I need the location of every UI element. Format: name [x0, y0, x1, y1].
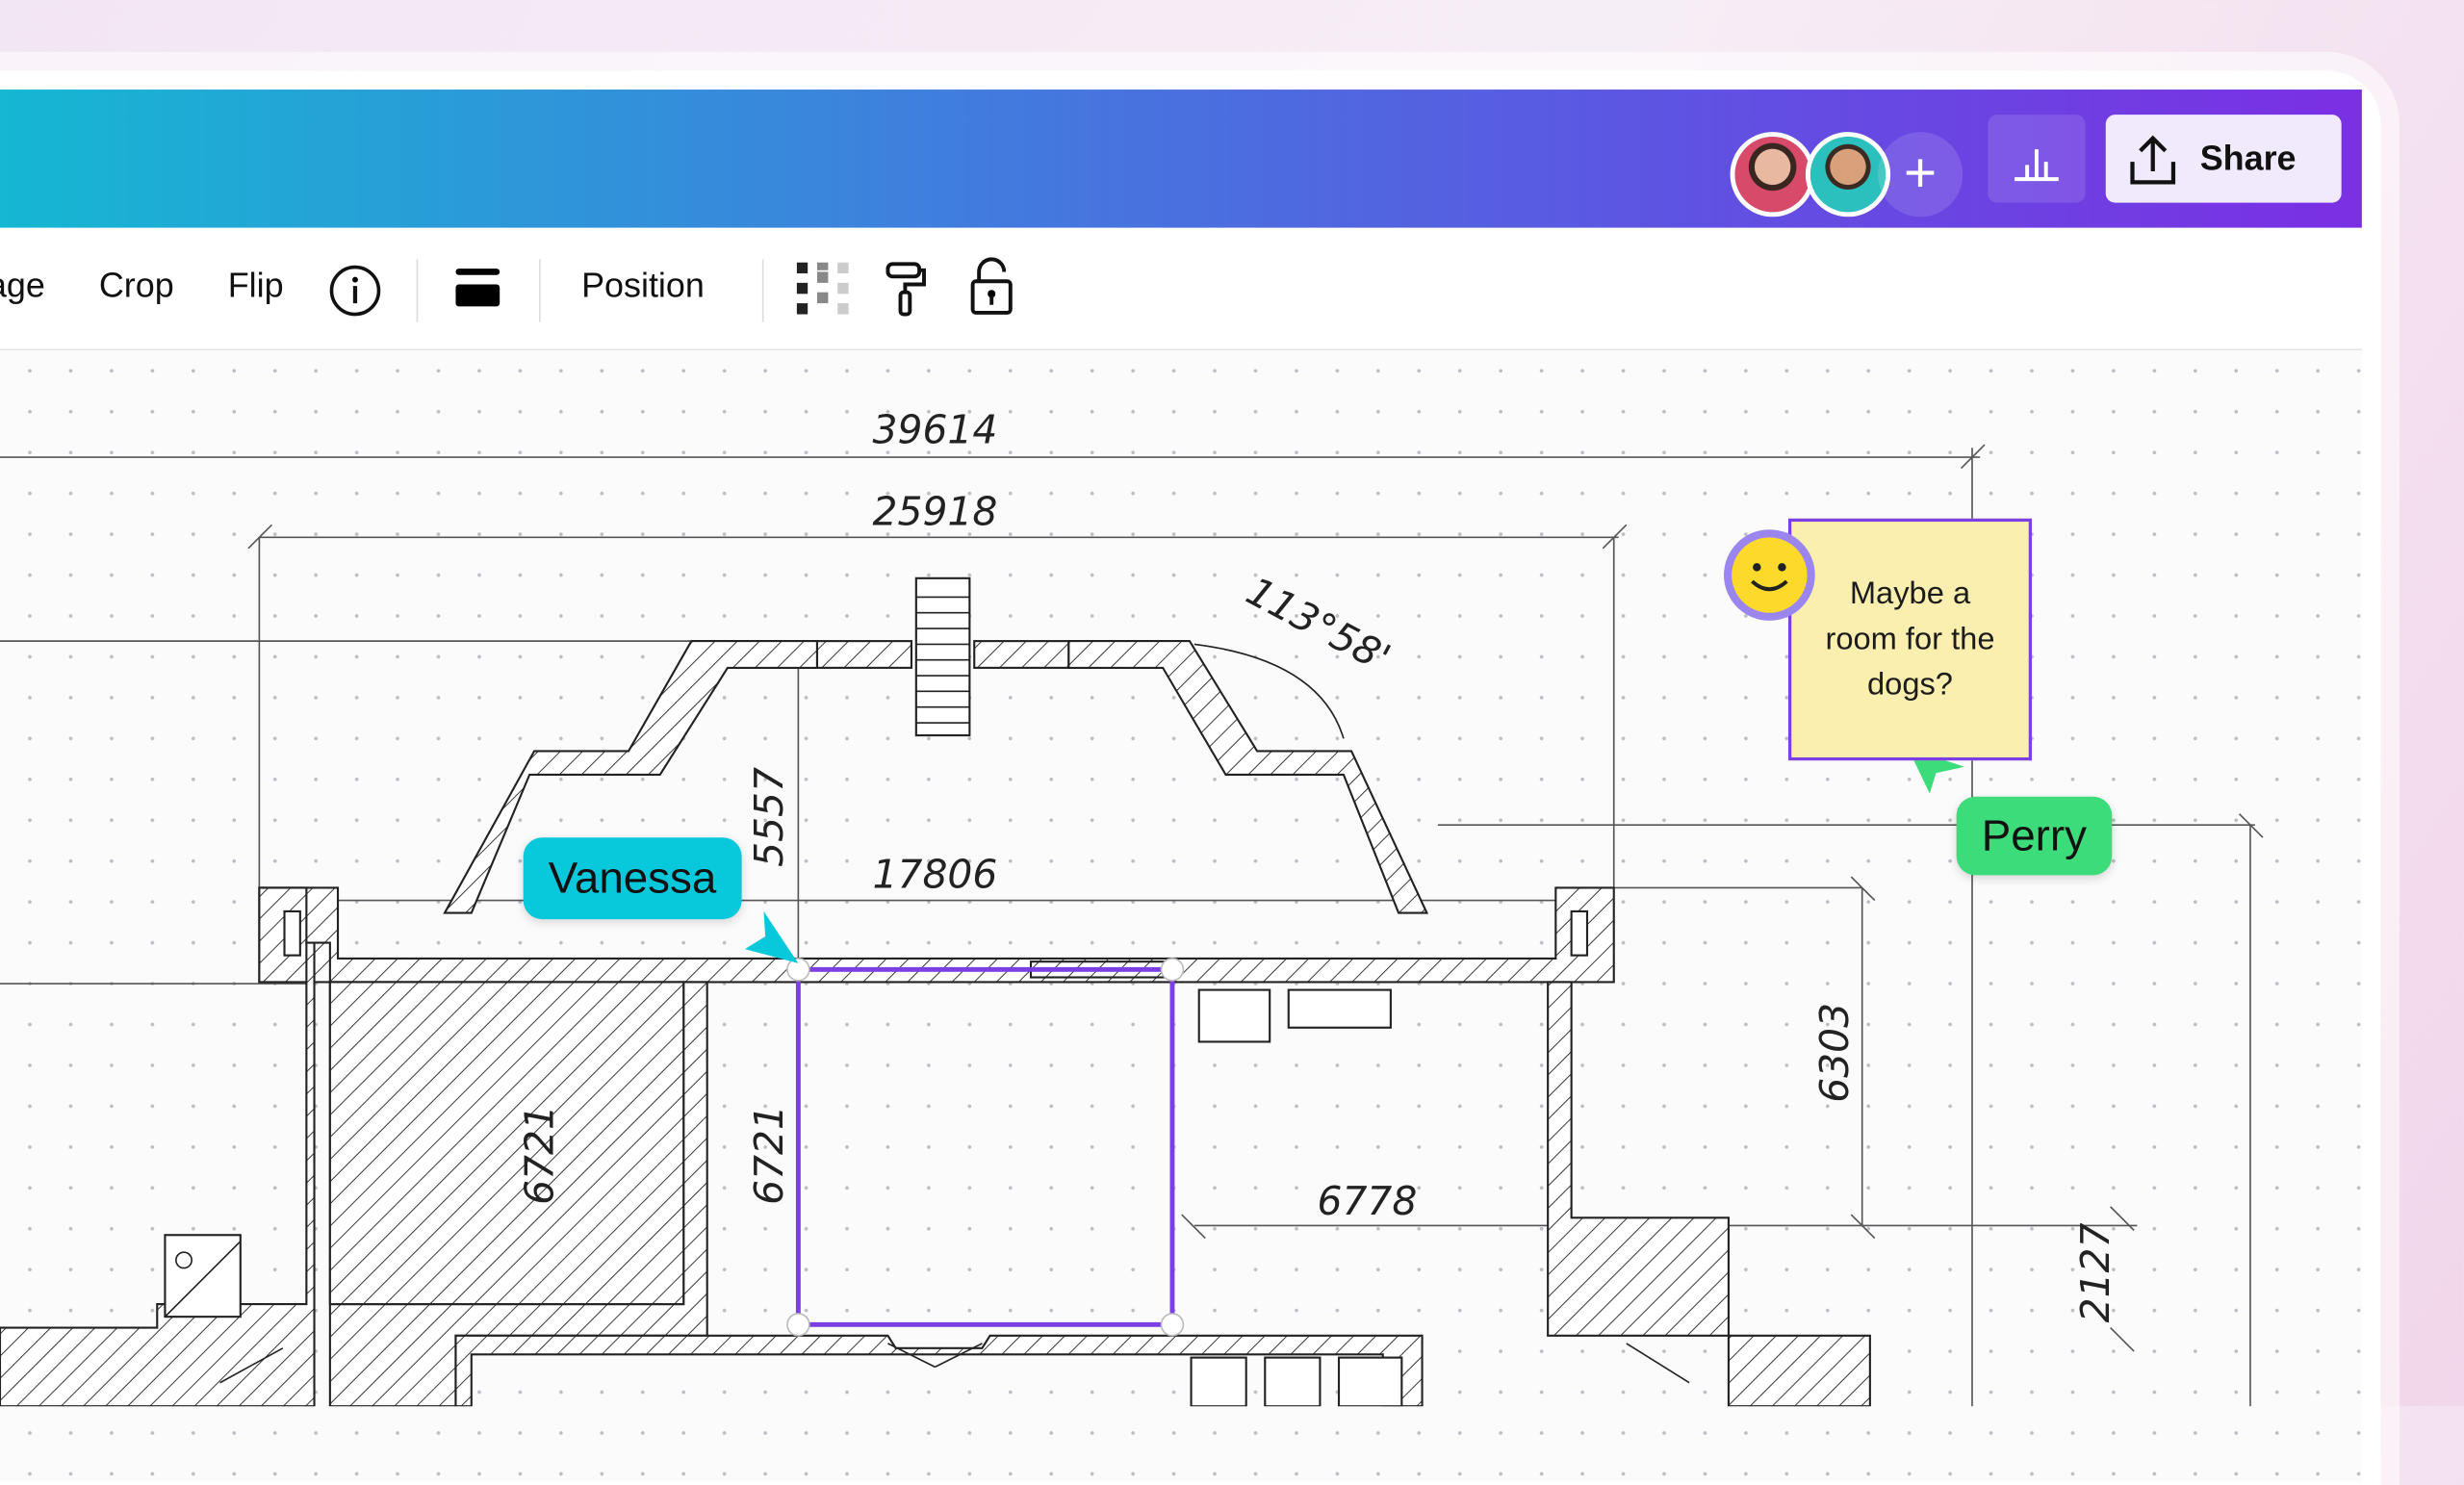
- selection-box[interactable]: [795, 966, 1175, 1327]
- resize-handle[interactable]: [1160, 1313, 1185, 1337]
- dimension-label: 25918: [873, 488, 998, 534]
- dimension-label: 39614: [873, 406, 998, 452]
- sticky-note-text: Maybe a room for the dogs?: [1825, 576, 1995, 702]
- angle-label: 113°58': [1239, 568, 1398, 681]
- vanessa-cursor-icon: [744, 910, 799, 963]
- sticky-note[interactable]: Maybe a room for the dogs?: [1787, 518, 2033, 761]
- dimension-label: 5557: [746, 767, 792, 867]
- dimension-label: 6721: [517, 1105, 563, 1205]
- dimension-label: 17806: [873, 851, 998, 897]
- vanessa-cursor-label: Vanessa: [523, 837, 742, 920]
- smiley-icon: [1724, 529, 1815, 621]
- dimension-label: 6721: [746, 1105, 792, 1205]
- resize-handle[interactable]: [1160, 958, 1185, 982]
- cursor-name: Perry: [1981, 810, 2088, 860]
- dimension-label: 2127: [2072, 1222, 2118, 1322]
- floor-plan: 39614 25918 17806 6778 5557 6721 6721 63…: [0, 406, 2264, 1407]
- resize-handle[interactable]: [786, 1313, 810, 1337]
- dimension-label: 6303: [1811, 1003, 1858, 1103]
- resize-handle[interactable]: [786, 958, 810, 982]
- perry-cursor-label: Perry: [1956, 796, 2113, 876]
- dimension-label: 6778: [1317, 1178, 1417, 1224]
- cursor-name: Vanessa: [548, 853, 717, 903]
